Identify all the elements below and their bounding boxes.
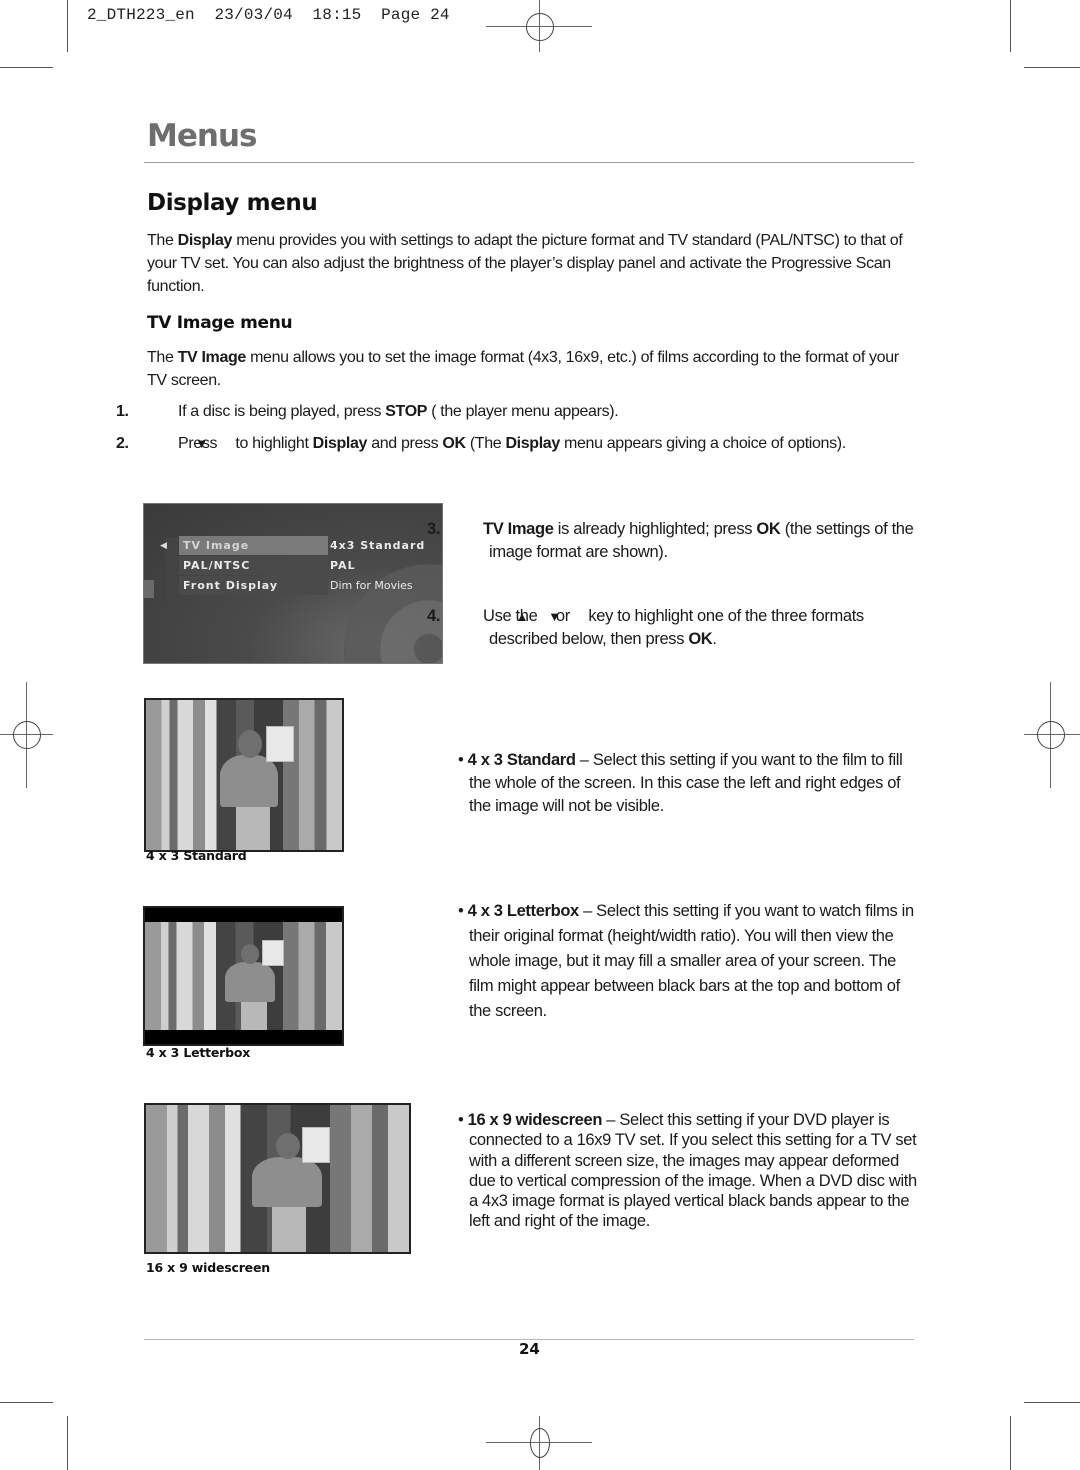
- osd-item-pal-ntsc: PAL/NTSC: [179, 556, 328, 575]
- person-figure: [252, 1157, 322, 1207]
- person-legs: [236, 807, 270, 850]
- crop-mark: [1024, 1402, 1080, 1403]
- caption-4x3-letterbox: 4 x 3 Letterbox: [146, 1045, 251, 1060]
- crop-mark: [1024, 67, 1080, 68]
- page-number: 24: [519, 1340, 540, 1358]
- step-3: 3. TV Image is already highlighted; press…: [427, 520, 914, 561]
- person-legs: [241, 1002, 267, 1030]
- crop-mark: [1010, 0, 1011, 52]
- display-menu-heading: Display menu: [147, 190, 318, 216]
- letterbox-bar-top: [145, 908, 342, 922]
- photo-4x3-letterbox: [143, 906, 344, 1046]
- person-head: [276, 1133, 300, 1159]
- bullet-icon: •: [458, 1111, 464, 1129]
- header-rule: [144, 162, 914, 163]
- osd-side-bar: [166, 538, 178, 600]
- step-1: 1. If a disc is being played, press STOP …: [116, 403, 619, 420]
- tv-image-intro: The TV Image menu allows you to set the …: [147, 349, 899, 389]
- print-slug: 2_DTH223_en 23/03/04 18:15 Page 24: [87, 6, 450, 24]
- section-title: Menus: [147, 118, 257, 154]
- crop-mark: [1010, 1416, 1011, 1470]
- step-2: 2. Press ▼ to highlight Display and press…: [116, 435, 846, 452]
- slug-date: 23/03/04: [214, 6, 293, 24]
- osd-display-menu-screenshot: ◀ ▶ TV Image 4x3 Standard PAL/NTSC PAL F…: [143, 503, 443, 664]
- osd-value-tv-image: 4x3 Standard: [330, 539, 426, 552]
- slug-page: Page 24: [381, 6, 450, 24]
- bullet-icon: •: [458, 902, 464, 920]
- crop-mark: [67, 0, 68, 52]
- person-figure: [225, 962, 275, 1002]
- osd-side-tab: [144, 580, 154, 598]
- osd-item-front-display: Front Display: [179, 576, 328, 595]
- format-4x3-standard: • 4 x 3 Standard – Select this setting i…: [458, 751, 903, 815]
- photo-16x9-widescreen: [144, 1103, 411, 1254]
- letterbox-bar-bottom: [145, 1030, 342, 1044]
- caption-4x3-standard: 4 x 3 Standard: [146, 848, 247, 863]
- osd-item-tv-image: TV Image: [179, 536, 328, 555]
- osd-value-pal-ntsc: PAL: [330, 559, 356, 572]
- slug-file: 2_DTH223_en: [87, 6, 195, 24]
- person-legs: [272, 1207, 306, 1252]
- photo-4x3-standard: [144, 698, 344, 852]
- osd-value-front-display: Dim for Movies: [330, 579, 413, 592]
- format-4x3-letterbox: • 4 x 3 Letterbox – Select this setting …: [458, 902, 914, 1020]
- person-head: [241, 944, 259, 964]
- slug-time: 18:15: [312, 6, 362, 24]
- door-sign: [302, 1127, 330, 1163]
- bullet-icon: •: [458, 751, 464, 769]
- crop-mark: [0, 1402, 53, 1403]
- osd-left-arrow-icon: ◀: [160, 541, 167, 551]
- display-menu-intro: The Display menu provides you with setti…: [147, 232, 903, 295]
- person-head: [238, 730, 262, 758]
- tv-image-menu-heading: TV Image menu: [147, 313, 293, 333]
- door-sign: [266, 726, 294, 762]
- caption-16x9-widescreen: 16 x 9 widescreen: [146, 1260, 270, 1275]
- person-figure: [220, 755, 278, 807]
- format-16x9-widescreen: • 16 x 9 widescreen – Select this settin…: [458, 1111, 917, 1231]
- door-sign: [262, 940, 284, 966]
- step-4: 4. Use the ▲ or ▼ key to highlight one of…: [427, 607, 864, 648]
- crop-mark: [0, 67, 53, 68]
- crop-mark: [67, 1416, 68, 1470]
